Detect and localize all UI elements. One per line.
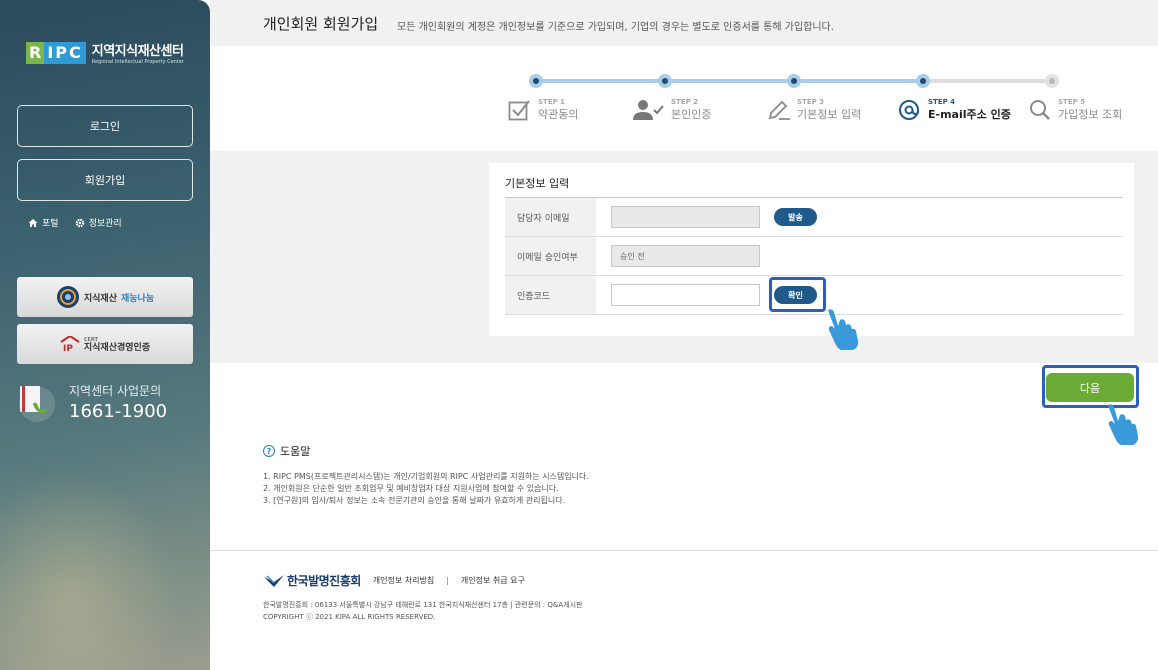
step-3-dot: [787, 74, 801, 88]
next-button[interactable]: 다음: [1046, 373, 1134, 402]
search-icon: [1030, 100, 1050, 120]
hand-pointer-icon: [1108, 404, 1139, 445]
contact-number: 1661-1900: [69, 401, 168, 422]
home-icon: [28, 218, 38, 227]
gear-icon: [75, 218, 84, 227]
privacy-request-link[interactable]: 개인정보 취급 요구: [461, 575, 525, 586]
help-item: 1. RIPC PMS(프로젝트관리시스템)는 개인/기업회원의 RIPC 사업…: [263, 472, 589, 481]
step-2: STEP 2 본인인증: [633, 98, 711, 122]
help-header: ? 도움말: [263, 443, 589, 459]
auth-code-input[interactable]: [611, 284, 760, 306]
step-4: STEP 4 E-mail주소 인증: [898, 98, 1011, 122]
step-4-dot: [916, 74, 930, 88]
cert-logo-icon: IP: [60, 336, 80, 352]
logo-title: 지역지식재산센터: [91, 44, 184, 59]
banner2-text: 지식재산경영인증: [83, 343, 151, 353]
progress-fill: [536, 79, 923, 83]
signup-steps: STEP 1 약관동의 STEP 2 본인인증 STEP 3 기본정보 입력 STEP…: [210, 46, 1158, 151]
kipa-logo: 한국발명진흥회: [263, 572, 361, 589]
step-5: STEP 5 가입정보 조회: [1028, 98, 1122, 122]
talent-sharing-banner[interactable]: 지식재산 재능나눔: [17, 277, 193, 317]
step-1-dot: [529, 74, 543, 88]
footer-separator: |: [446, 576, 449, 585]
login-button[interactable]: 로그인: [17, 105, 193, 147]
question-icon: ?: [263, 445, 275, 457]
ripc-logo[interactable]: R IPC 지역지식재산센터 Regional Intellectual Pro…: [26, 40, 184, 65]
footer-top: 한국발명진흥회 개인정보 처리방침 | 개인정보 취급 요구: [263, 572, 525, 589]
sidebar: R IPC 지역지식재산센터 Regional Intellectual Pro…: [0, 0, 210, 670]
footer-info: 한국발명진흥회 : 06133 서울특별시 강남구 테헤란로 131 한국지식재…: [263, 599, 582, 623]
info-manage-label: 정보관리: [88, 219, 122, 229]
footer-address: 한국발명진흥회 : 06133 서울특별시 강남구 테헤란로 131 한국지식재…: [263, 601, 583, 609]
privacy-policy-link[interactable]: 개인정보 처리방침: [373, 575, 434, 586]
main-content: 개인회원 회원가입 모든 개인회원의 계정은 개인정보를 기준으로 가입되며, …: [210, 0, 1158, 670]
page-header: 개인회원 회원가입 모든 개인회원의 계정은 개인정보를 기준으로 가입되며, …: [210, 0, 1158, 46]
help-title: 도움말: [280, 445, 311, 458]
step-2-dot: [658, 74, 672, 88]
svg-text:IP: IP: [63, 344, 73, 352]
signup-button[interactable]: 회원가입: [17, 159, 193, 201]
page-description: 모든 개인회원의 계정은 개인정보를 기준으로 가입되며, 기업의 경우는 별도…: [397, 22, 834, 33]
logo-text: 지역지식재산센터 Regional Intellectual Property …: [92, 40, 184, 65]
step-3: STEP 3 기본정보 입력: [767, 98, 861, 122]
contact-label: 지역센터 사업문의: [69, 384, 162, 398]
email-field[interactable]: [611, 206, 760, 228]
page-title: 개인회원 회원가입: [263, 15, 379, 33]
basic-info-form: 기본정보 입력 담당자 이메일 발송 이메일 승인여부 승인 전 인증코드 확인: [489, 163, 1134, 336]
user-check-icon: [633, 100, 664, 120]
form-title: 기본정보 입력: [505, 177, 570, 190]
step-5-dot: [1045, 74, 1059, 88]
contact-block: 지역센터 사업문의 1661-1900: [17, 382, 167, 422]
form-section: 기본정보 입력 담당자 이메일 발송 이메일 승인여부 승인 전 인증코드 확인: [210, 151, 1158, 363]
approval-row: 이메일 승인여부 승인 전: [505, 237, 1123, 276]
step-1: STEP 1 약관동의: [508, 98, 578, 122]
globe-badge-icon: [56, 286, 79, 308]
portal-link[interactable]: 포털: [28, 216, 59, 229]
help-item: 3. [연구원]의 입사/퇴사 정보는 소속 전문기관의 승인을 통해 날짜가 …: [263, 496, 566, 505]
checkbox-icon: [508, 100, 530, 121]
help-list: 1. RIPC PMS(프로젝트관리시스템)는 개인/기업회원의 RIPC 사업…: [263, 471, 589, 507]
footer: 한국발명진흥회 개인정보 처리방침 | 개인정보 취급 요구 한국발명진흥회 :…: [210, 550, 1158, 670]
approval-status-field: 승인 전: [611, 245, 760, 267]
phone-book-icon: [17, 382, 57, 422]
hand-pointer-icon: [828, 309, 859, 350]
side-links: 포털 정보관리: [28, 216, 122, 229]
help-item: 2. 개인회원은 단순한 일반 조회업무 및 예비창업자 대상 지원사업에 참여…: [263, 484, 559, 493]
banner1-text-b: 재능나눔: [121, 293, 155, 304]
send-button[interactable]: 발송: [774, 208, 817, 226]
approval-label: 이메일 승인여부: [505, 237, 596, 275]
help-section: ? 도움말 1. RIPC PMS(프로젝트관리시스템)는 개인/기업회원의 R…: [263, 443, 589, 507]
footer-copyright: COPYRIGHT ⓒ 2021 KIPA ALL RIGHTS RESERVE…: [263, 613, 436, 621]
email-row: 담당자 이메일 발송: [505, 198, 1123, 237]
at-icon: [899, 100, 920, 120]
banner1-text-a: 지식재산: [83, 293, 117, 304]
confirm-highlight: [769, 277, 826, 312]
logo-mark: R IPC: [26, 41, 86, 64]
kipa-emblem-icon: [264, 574, 284, 587]
portal-label: 포털: [42, 219, 59, 229]
ip-management-cert-banner[interactable]: IP CERT 지식재산경영인증: [17, 324, 193, 364]
info-manage-link[interactable]: 정보관리: [75, 216, 122, 229]
auth-code-label: 인증코드: [505, 276, 596, 314]
pencil-icon: [768, 100, 790, 120]
logo-subtitle: Regional Intellectual Property Center: [91, 59, 184, 65]
email-label: 담당자 이메일: [505, 198, 596, 236]
